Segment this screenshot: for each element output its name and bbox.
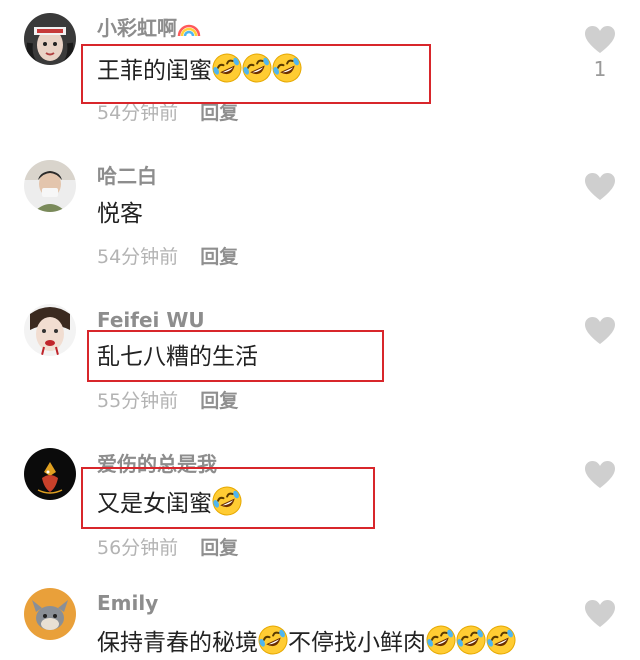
timestamp: 54分钟前 [97,246,179,268]
heart-icon [584,172,616,202]
comment-meta: 56分钟前 回复 [97,536,238,560]
reply-button[interactable]: 回复 [200,102,238,124]
rainbow-icon [177,16,201,38]
like-button[interactable] [584,172,616,202]
like-button[interactable] [584,599,616,629]
like-button[interactable] [584,25,616,55]
rolling-on-floor-laughing-icon [455,624,487,656]
highlight-box [87,330,384,382]
comment-text: 悦客 [97,201,143,227]
comment-meta: 54分钟前 回复 [97,101,238,125]
heart-icon [584,316,616,346]
avatar[interactable] [24,448,76,500]
timestamp: 55分钟前 [97,390,179,412]
rolling-on-floor-laughing-icon [425,624,457,656]
avatar[interactable] [24,588,76,640]
heart-icon [584,460,616,490]
timestamp: 56分钟前 [97,537,179,559]
comment-meta: 54分钟前 回复 [97,245,238,269]
reply-button[interactable]: 回复 [200,537,238,559]
like-button[interactable] [584,316,616,346]
avatar[interactable] [24,160,76,212]
rolling-on-floor-laughing-icon [257,624,289,656]
highlight-box [81,44,431,104]
comment-text: 保持青春的秘境 不停找小鲜肉 [97,624,516,658]
username[interactable]: 哈二白 [97,164,157,188]
reply-button[interactable]: 回复 [200,246,238,268]
heart-icon [584,599,616,629]
rolling-on-floor-laughing-icon [485,624,517,656]
comment-meta: 55分钟前 回复 [97,389,238,413]
highlight-box [81,467,375,529]
like-button[interactable] [584,460,616,490]
timestamp: 54分钟前 [97,102,179,124]
avatar[interactable] [24,13,76,65]
heart-icon [584,25,616,55]
username[interactable]: Feifei WU [97,308,205,332]
username[interactable]: Emily [97,591,158,615]
like-count: 1 [593,57,607,81]
reply-button[interactable]: 回复 [200,390,238,412]
avatar[interactable] [24,304,76,356]
username[interactable]: 小彩虹啊 [97,16,201,40]
